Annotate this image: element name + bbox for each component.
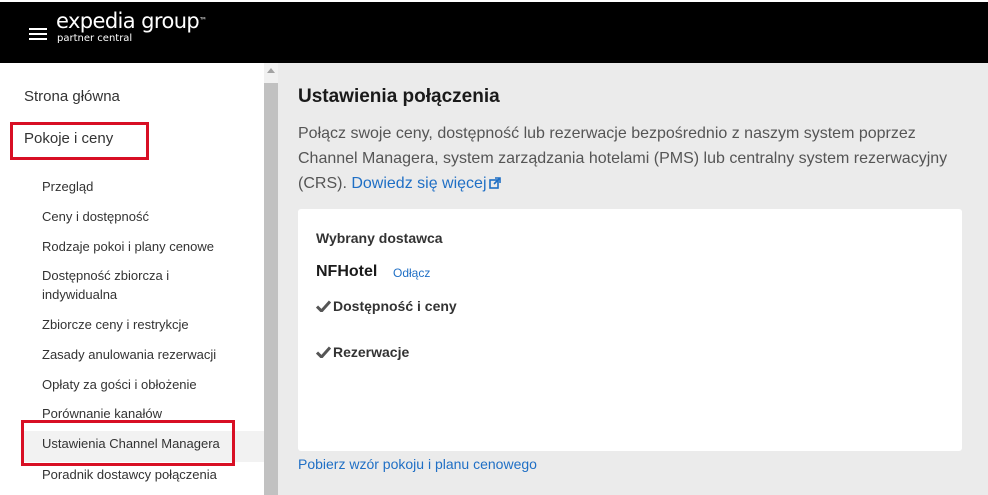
sidebar-subitem-room-types-rate-plans[interactable]: Rodzaje pokoi i plany cenowe xyxy=(42,237,242,256)
provider-card: Wybrany dostawca NFHotel Odłącz Dostępno… xyxy=(298,209,962,451)
sidebar-subitem-bulk-rates-restrictions[interactable]: Zbiorcze ceny i restrykcje xyxy=(42,315,242,334)
external-link-icon xyxy=(488,177,501,189)
sidebar-item-rooms-and-rates[interactable]: Pokoje i ceny xyxy=(24,130,113,147)
sidebar-scrollbar[interactable] xyxy=(264,63,278,495)
page-description: Połącz swoje ceny, dostępność lub rezerw… xyxy=(298,121,958,196)
sidebar-subitem-overview[interactable]: Przegląd xyxy=(42,177,242,196)
checkmark-icon xyxy=(316,300,331,312)
feature-reservations: Rezerwacje xyxy=(316,344,409,360)
sidebar-subitem-cancellation-policies[interactable]: Zasady anulowania rezerwacji xyxy=(42,345,242,364)
page-title: Ustawienia połączenia xyxy=(298,86,500,107)
top-header: expedia group™ partner central xyxy=(0,0,988,63)
logo-subtitle: partner central xyxy=(57,33,133,44)
expedia-group-logo[interactable]: expedia group™ partner central xyxy=(56,9,207,45)
logo-text: expedia group™ xyxy=(56,9,207,33)
checkmark-icon xyxy=(316,346,331,358)
selected-provider-heading: Wybrany dostawca xyxy=(316,230,443,246)
download-template-link[interactable]: Pobierz wzór pokoju i planu cenowego xyxy=(298,456,537,472)
scroll-up-arrow-icon[interactable] xyxy=(267,68,275,73)
provider-name: NFHotel xyxy=(316,263,378,280)
sidebar-subitem-channel-manager-settings[interactable]: Ustawienia Channel Managera xyxy=(42,434,242,453)
sidebar-subitem-guest-occupancy-fees[interactable]: Opłaty za gości i obłożenie xyxy=(42,375,242,394)
sidebar-subitem-bulk-individual-availability[interactable]: Dostępność zbiorcza i indywidualna xyxy=(42,266,202,304)
sidebar-nav: Strona główna Pokoje i ceny Przegląd Cen… xyxy=(0,63,264,495)
main-content: Ustawienia połączenia Połącz swoje ceny,… xyxy=(278,63,988,495)
sidebar-item-home[interactable]: Strona główna xyxy=(24,88,120,105)
sidebar-subitem-rates-availability[interactable]: Ceny i dostępność xyxy=(42,207,242,226)
header-top-border xyxy=(0,0,988,2)
scrollbar-thumb[interactable] xyxy=(264,83,278,495)
disconnect-link[interactable]: Odłącz xyxy=(393,266,430,280)
learn-more-link[interactable]: Dowiedz się więcej xyxy=(351,175,501,192)
sidebar-subitem-connectivity-provider-guide[interactable]: Poradnik dostawcy połączenia xyxy=(42,465,242,484)
feature-availability-rates: Dostępność i ceny xyxy=(316,298,457,314)
hamburger-menu-icon[interactable] xyxy=(29,27,47,41)
